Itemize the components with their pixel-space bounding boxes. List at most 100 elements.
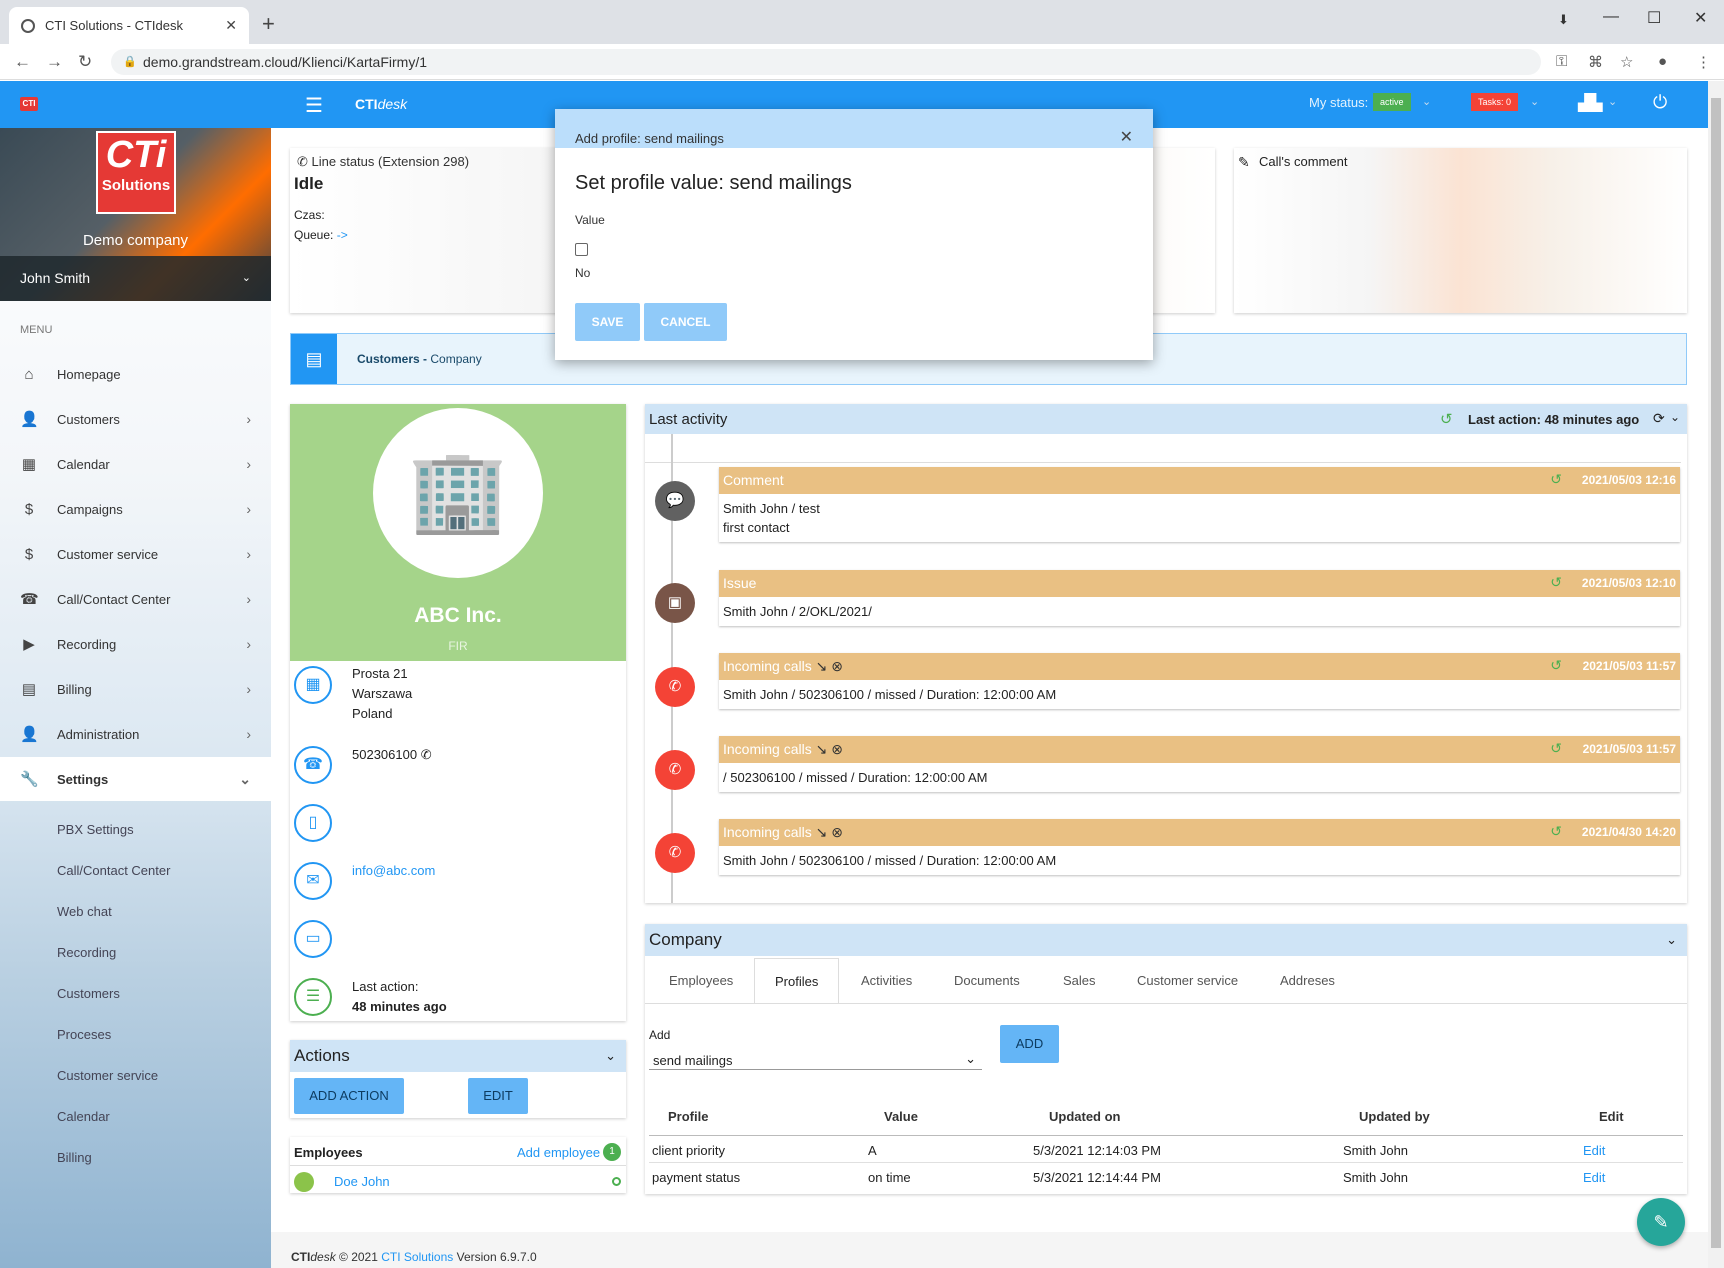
play-icon: ▶ (23, 636, 35, 653)
comment-icon: 💬 (655, 481, 695, 521)
tab-addreses[interactable]: Addreses (1260, 958, 1355, 1003)
email-link[interactable]: info@abc.com (352, 861, 435, 881)
edit-fab-button[interactable]: ✎ (1637, 1198, 1685, 1246)
table-cell: 5/3/2021 12:14:03 PM (1033, 1143, 1161, 1158)
key-icon[interactable]: ⚿ (1556, 53, 1567, 70)
add-action-button[interactable]: ADD ACTION (294, 1078, 404, 1114)
submenu-customers[interactable]: Customers (57, 986, 120, 1001)
sidebar-item-customer-service[interactable]: $ Customer service › (0, 532, 271, 576)
tab-sales[interactable]: Sales (1043, 958, 1116, 1003)
user-menu[interactable]: John Smith ⌄ (0, 256, 271, 301)
activity-item[interactable]: Incoming calls ↘ ⊗ ↺ 2021/04/30 14:20 Smit… (719, 819, 1680, 875)
chevron-down-icon: ⌄ (239, 770, 251, 787)
close-tab-icon[interactable]: ✕ (225, 17, 237, 34)
account-icon[interactable]: ● (1658, 53, 1667, 70)
hamburger-icon[interactable]: ☰ (305, 93, 323, 118)
sidebar-item-customers[interactable]: 👤 Customers › (0, 397, 271, 441)
status-badge[interactable]: active (1373, 93, 1411, 111)
maximize-icon[interactable]: ☐ (1647, 8, 1661, 28)
activity-line: / 502306100 / missed / Duration: 12:00:0… (723, 770, 988, 785)
new-tab-icon[interactable]: + (262, 11, 275, 37)
issue-icon: ▣ (655, 583, 695, 623)
submenu-pbx-settings[interactable]: PBX Settings (57, 822, 134, 837)
sidebar-item-call-contact-center[interactable]: ☎ Call/Contact Center › (0, 577, 271, 621)
chevron-down-icon[interactable]: ⌄ (1670, 410, 1680, 424)
activity-item[interactable]: Incoming calls ↘ ⊗ ↺ 2021/05/03 11:57 / 50… (719, 736, 1680, 792)
online-status-icon (612, 1177, 621, 1186)
sidebar-item-label: Settings (57, 771, 109, 787)
activity-body: Smith John / test first contact (719, 494, 1680, 542)
sidebar-item-campaigns[interactable]: $ Campaigns › (0, 487, 271, 531)
logo-subtext: Solutions (101, 177, 171, 194)
submenu-calendar[interactable]: Calendar (57, 1109, 110, 1124)
refresh-icon[interactable]: ⟳ (1653, 410, 1665, 427)
save-button[interactable]: SAVE (575, 303, 640, 341)
chevron-down-icon[interactable]: ⌄ (1530, 95, 1539, 108)
last-action: Last action: 48 minutes ago (352, 977, 447, 1017)
close-icon[interactable]: ✕ (1120, 127, 1133, 147)
tab-profiles[interactable]: Profiles (754, 958, 840, 1003)
add-profile-button[interactable]: ADD (1000, 1025, 1059, 1063)
activity-item[interactable]: Issue ↺ 2021/05/03 12:10 Smith John / 2/OK… (719, 570, 1680, 626)
reload-icon[interactable]: ↻ (78, 52, 92, 72)
company-header[interactable]: Company ⌄ (645, 924, 1687, 956)
star-icon[interactable]: ☆ (1620, 53, 1633, 71)
add-employee-link[interactable]: Add employee (517, 1145, 600, 1160)
employee-link[interactable]: Doe John (334, 1174, 390, 1189)
submenu-recording[interactable]: Recording (57, 945, 116, 960)
submenu-billing[interactable]: Billing (57, 1150, 92, 1165)
submenu-web-chat[interactable]: Web chat (57, 904, 112, 919)
forward-icon[interactable]: → (46, 52, 63, 72)
translate-icon[interactable]: ⌘ (1588, 53, 1603, 71)
sidebar-item-settings[interactable]: 🔧 Settings ⌄ (0, 757, 271, 801)
scrollbar-thumb[interactable] (1711, 98, 1721, 1248)
actions-header[interactable]: Actions ⌄ (290, 1040, 626, 1072)
history-icon: ↺ (1550, 740, 1562, 756)
submenu-call-contact-center[interactable]: Call/Contact Center (57, 863, 170, 878)
sidebar-item-recording[interactable]: ▶ Recording › (0, 622, 271, 666)
address-line: Poland (352, 706, 393, 721)
sidebar-item-homepage[interactable]: ⌂ Homepage (0, 352, 271, 396)
network-icon[interactable]: ▟▙ (1578, 93, 1603, 113)
back-icon[interactable]: ← (14, 52, 31, 72)
edit-button[interactable]: EDIT (468, 1078, 528, 1114)
cancel-button[interactable]: CANCEL (644, 303, 727, 341)
minimize-icon[interactable]: — (1603, 8, 1619, 26)
activity-header: Incoming calls ↘ ⊗ ↺ 2021/05/03 11:57 (719, 736, 1680, 763)
activity-type: Comment (723, 472, 784, 488)
edit-link[interactable]: Edit (1583, 1170, 1605, 1185)
power-icon[interactable]: ⏻ (1653, 92, 1667, 113)
edit-icon[interactable]: ✎ (1238, 154, 1250, 171)
edit-link[interactable]: Edit (1583, 1143, 1605, 1158)
close-window-icon[interactable]: ✕ (1694, 8, 1707, 28)
sidebar-item-billing[interactable]: ▤ Billing › (0, 667, 271, 711)
submenu-proceses[interactable]: Proceses (57, 1027, 111, 1042)
tasks-badge[interactable]: Tasks: 0 (1471, 93, 1519, 111)
chevron-right-icon: › (246, 591, 251, 607)
logo-small[interactable]: CTI (20, 97, 38, 111)
profile-select[interactable]: send mailings ⌄ (649, 1048, 982, 1070)
tab-activities[interactable]: Activities (841, 958, 932, 1003)
profile-banner: 🏢 ABC Inc. FIR (290, 404, 626, 661)
phone-number[interactable]: 502306100 ✆ (352, 745, 432, 765)
chevron-down-icon[interactable]: ⌄ (1608, 95, 1617, 108)
submenu-customer-service[interactable]: Customer service (57, 1068, 158, 1083)
address-icon: ▦ (294, 666, 332, 704)
activity-item[interactable]: Incoming calls ↘ ⊗ ↺ 2021/05/03 11:57 Smit… (719, 653, 1680, 709)
activity-item[interactable]: Comment ↺ 2021/05/03 12:16 Smith John / te… (719, 467, 1680, 542)
activity-date: 2021/05/03 12:10 (1581, 576, 1676, 590)
sidebar-item-label: Billing (57, 681, 92, 697)
more-icon[interactable]: ⋮ (1696, 53, 1711, 71)
chevron-down-icon: ⌄ (605, 1048, 616, 1063)
value-checkbox[interactable] (575, 243, 588, 256)
profile-menu-icon[interactable]: ⬇ (1558, 12, 1569, 28)
tab-customer-service[interactable]: Customer service (1117, 958, 1258, 1003)
tab-employees[interactable]: Employees (649, 958, 753, 1003)
employees-title: Employees (294, 1145, 363, 1160)
browser-tab[interactable]: CTI Solutions - CTIdesk ✕ (9, 7, 249, 44)
url-field[interactable]: 🔒 demo.grandstream.cloud/Klienci/KartaFi… (111, 49, 1541, 75)
chevron-down-icon[interactable]: ⌄ (1422, 95, 1431, 108)
sidebar-item-administration[interactable]: 👤 Administration › (0, 712, 271, 756)
tab-documents[interactable]: Documents (934, 958, 1040, 1003)
sidebar-item-calendar[interactable]: ▦ Calendar › (0, 442, 271, 486)
